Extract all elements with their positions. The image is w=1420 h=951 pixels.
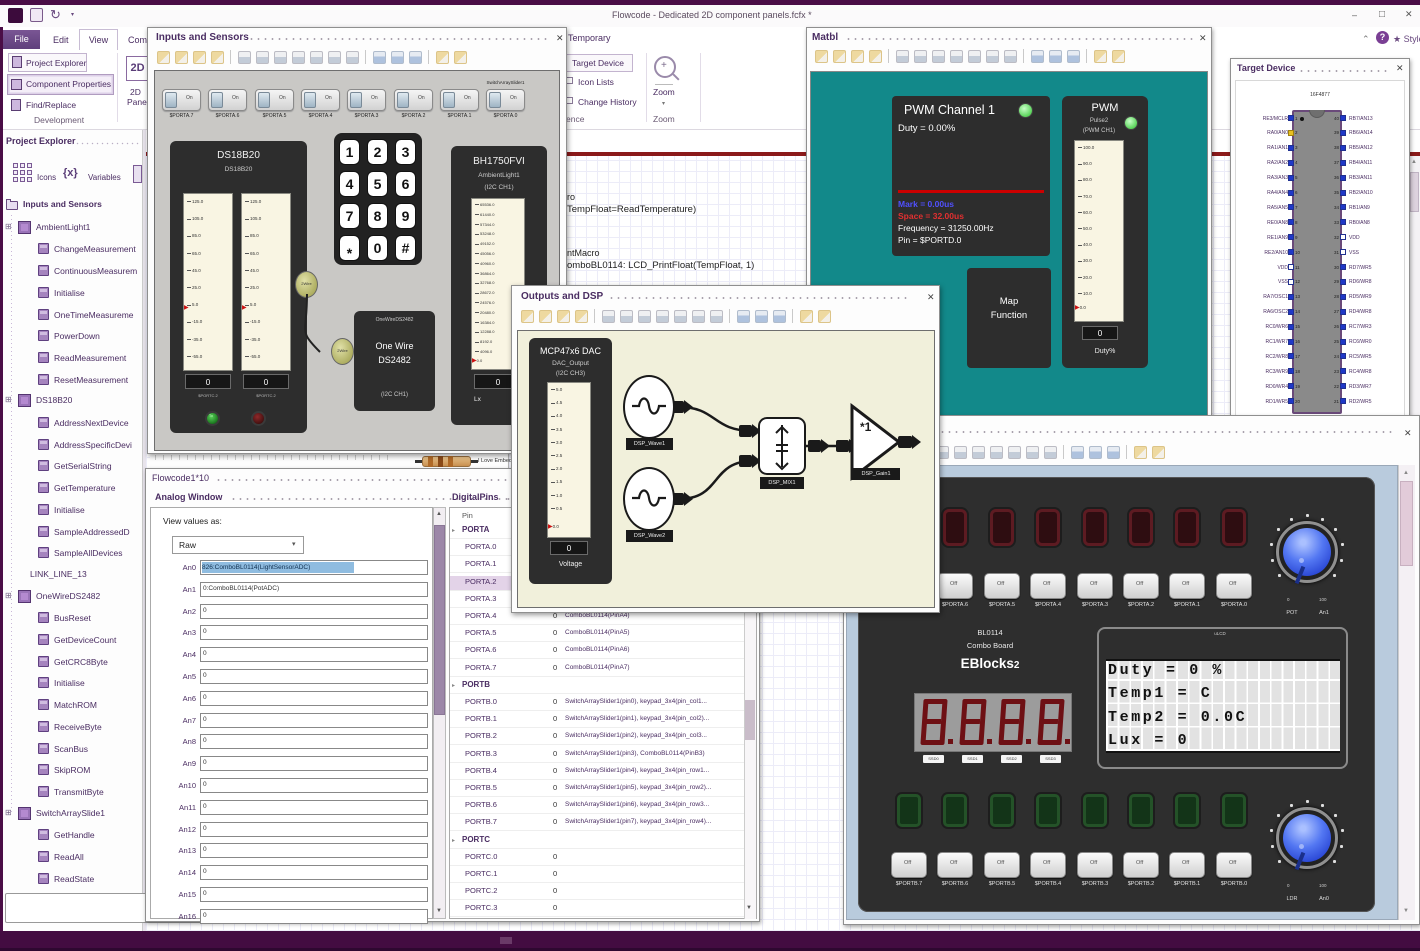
svg-text:*1: *1	[860, 420, 872, 434]
